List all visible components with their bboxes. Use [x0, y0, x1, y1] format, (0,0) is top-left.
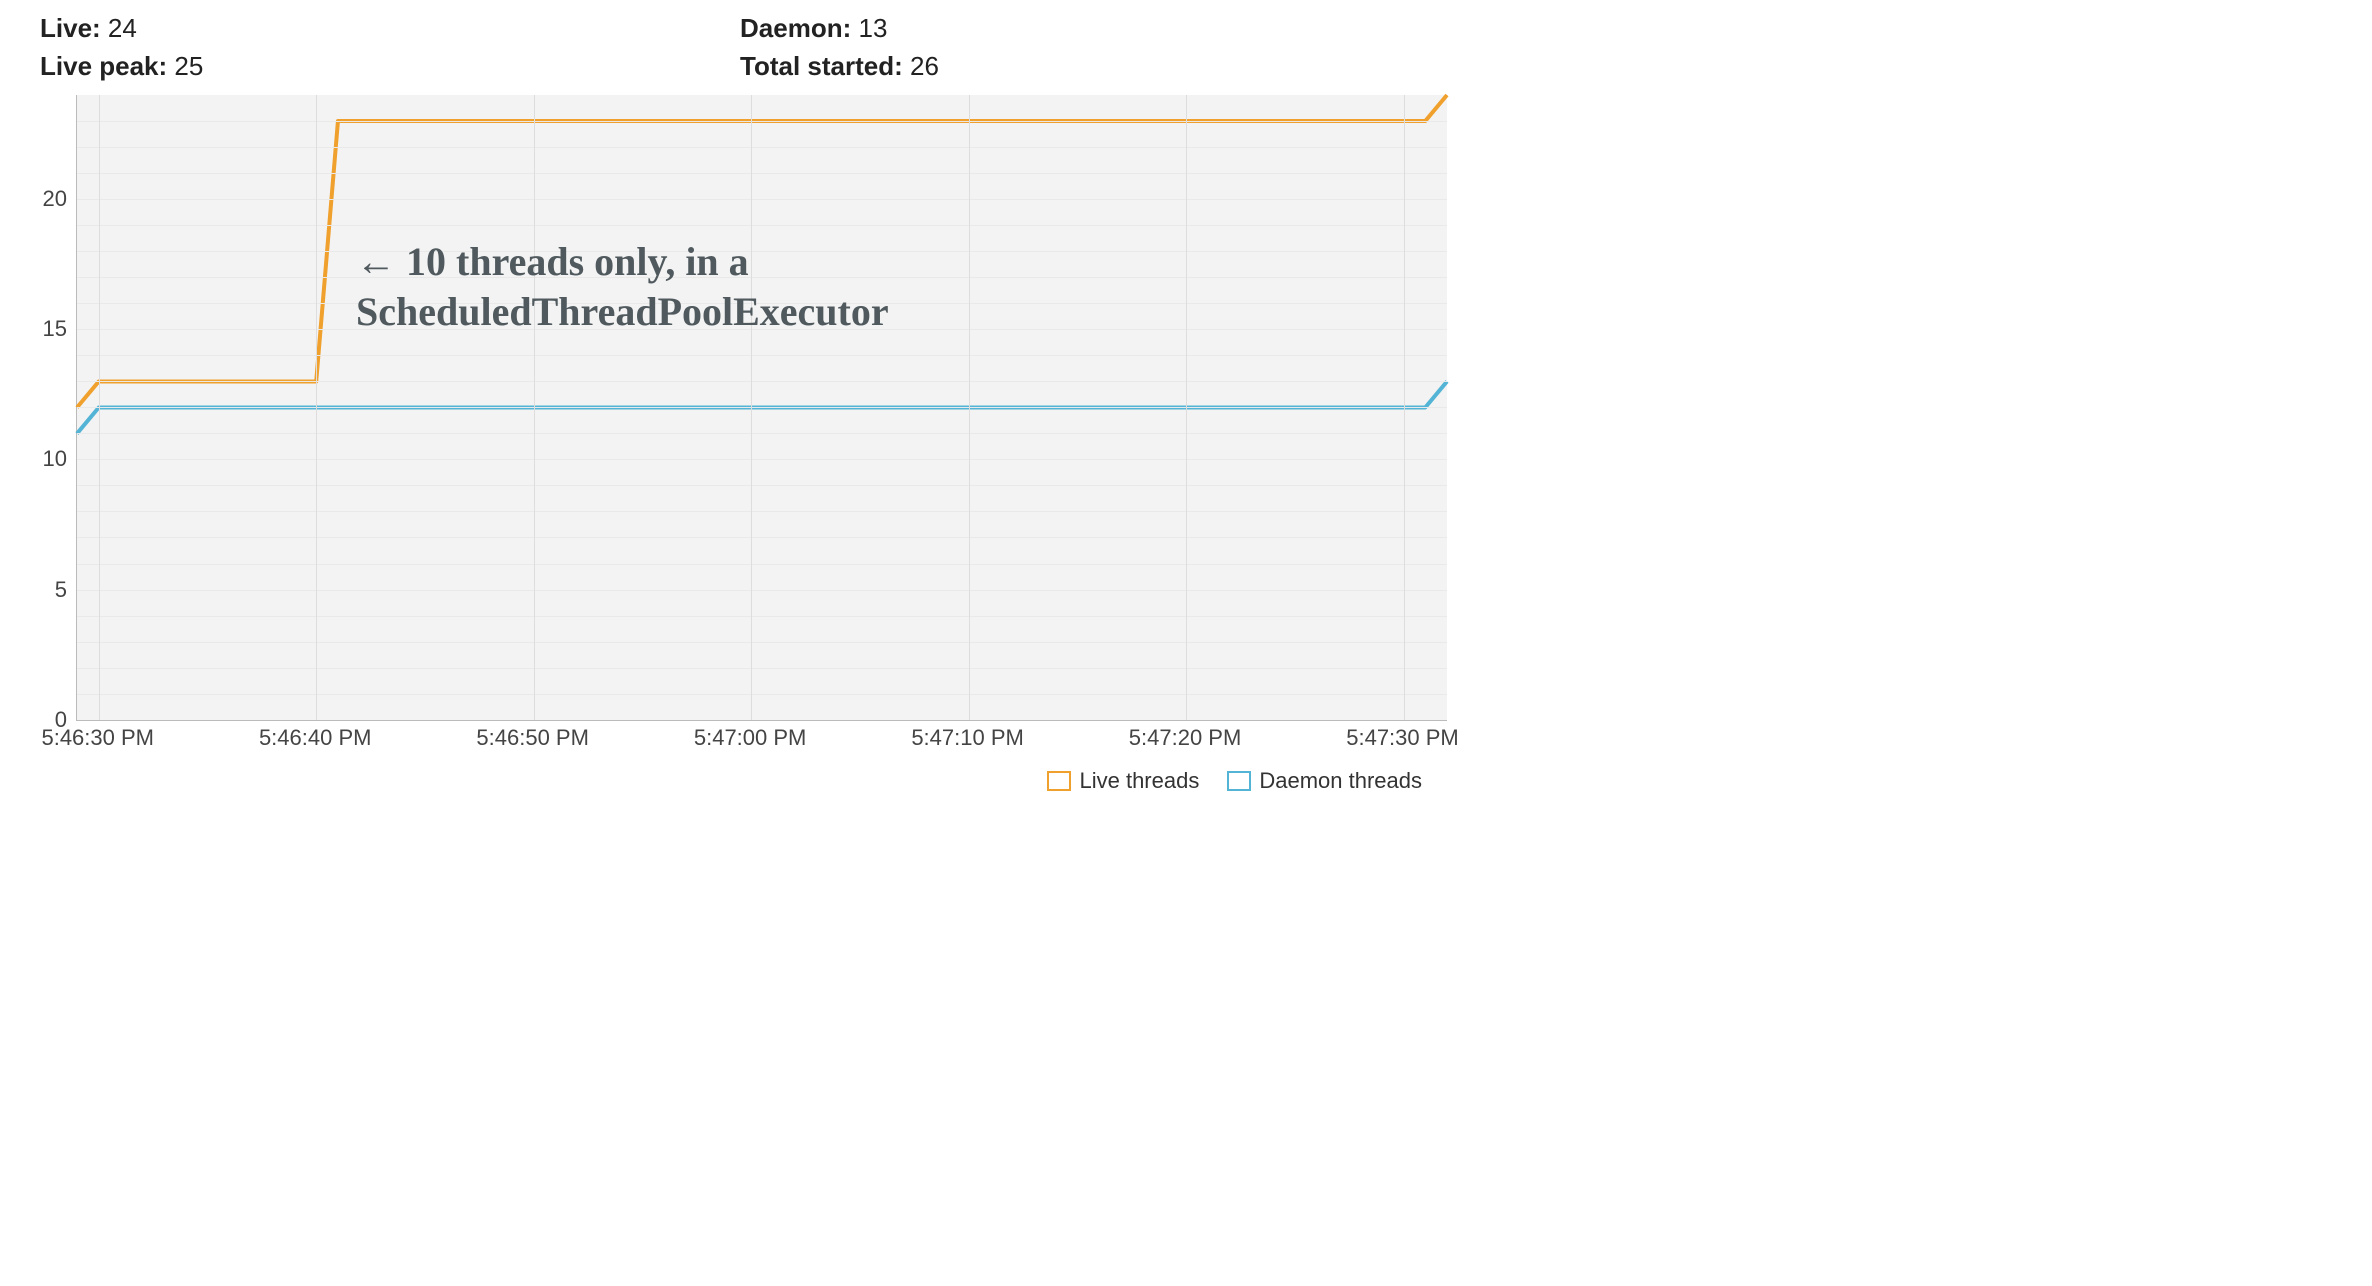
swatch-daemon-icon — [1227, 771, 1251, 791]
thread-chart-panel: Live: 24 Live peak: 25 Daemon: 13 Total … — [0, 0, 1466, 795]
legend-label-live: Live threads — [1079, 768, 1199, 794]
y-tick-label: 5 — [7, 577, 77, 603]
daemon-label: Daemon: — [740, 13, 851, 43]
legend-item-live: Live threads — [1047, 768, 1199, 794]
x-tick-label: 5:47:00 PM — [694, 725, 807, 751]
x-tick-label: 5:47:10 PM — [911, 725, 1024, 751]
live-peak-label: Live peak: — [40, 51, 167, 81]
x-tick-label: 5:46:30 PM — [41, 725, 154, 751]
stats-col-left: Live: 24 Live peak: 25 — [40, 10, 740, 87]
stats-row: Live: 24 Live peak: 25 Daemon: 13 Total … — [0, 10, 1466, 95]
y-tick-label: 10 — [7, 446, 77, 472]
stats-col-right: Daemon: 13 Total started: 26 — [740, 10, 1440, 87]
plot-surface: 05101520 — [76, 95, 1447, 721]
legend-item-daemon: Daemon threads — [1227, 768, 1422, 794]
legend: Live threads Daemon threads — [52, 760, 1446, 794]
legend-label-daemon: Daemon threads — [1259, 768, 1422, 794]
x-tick-label: 5:46:50 PM — [476, 725, 589, 751]
daemon-value: 13 — [858, 13, 887, 43]
x-tick-label: 5:47:20 PM — [1129, 725, 1242, 751]
chart-area: 05101520 ← 10 threads only, in aSchedule… — [76, 95, 1446, 795]
live-peak-value: 25 — [174, 51, 203, 81]
swatch-live-icon — [1047, 771, 1071, 791]
y-tick-label: 20 — [7, 186, 77, 212]
total-started-value: 26 — [910, 51, 939, 81]
y-tick-label: 15 — [7, 316, 77, 342]
live-value: 24 — [108, 13, 137, 43]
total-started-label: Total started: — [740, 51, 903, 81]
live-label: Live: — [40, 13, 101, 43]
x-tick-label: 5:47:30 PM — [1346, 725, 1459, 751]
x-tick-label: 5:46:40 PM — [259, 725, 372, 751]
